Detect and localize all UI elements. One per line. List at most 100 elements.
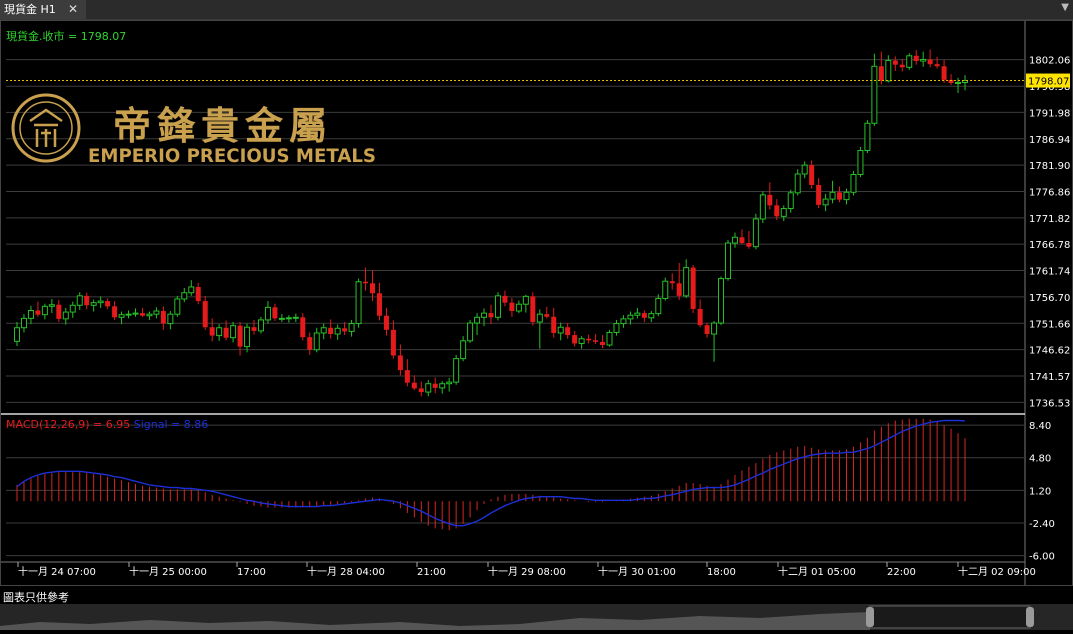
candle <box>313 327 320 353</box>
candle <box>278 314 285 323</box>
candle <box>927 49 933 68</box>
y-tick-label: 1771.82 <box>1029 214 1070 225</box>
candle <box>774 199 780 221</box>
candle <box>634 307 641 319</box>
candles <box>6 49 1025 397</box>
candle <box>411 375 417 390</box>
candle <box>432 377 438 394</box>
candle <box>913 50 919 65</box>
tab-chart[interactable]: 現貨金 H1 ✕ <box>0 0 86 19</box>
candle <box>613 319 620 336</box>
y-tick-label: 1802.06 <box>1029 56 1070 67</box>
candle <box>425 380 432 397</box>
close-icon[interactable]: ✕ <box>68 0 78 19</box>
macd-tick-label: -6.00 <box>1029 552 1055 563</box>
y-tick-label: 1746.62 <box>1029 346 1070 357</box>
navigator-left-handle[interactable] <box>866 607 874 627</box>
candle <box>648 311 655 323</box>
y-tick-label: 1786.94 <box>1029 135 1070 146</box>
x-tick-label: 十一月 25 00:00 <box>129 565 207 578</box>
candle <box>439 381 446 394</box>
candle <box>627 311 634 325</box>
candle <box>787 189 794 213</box>
candle <box>118 311 125 325</box>
candle <box>801 161 808 179</box>
candle <box>125 310 132 319</box>
navigator-right-handle[interactable] <box>1026 607 1034 627</box>
macd-tick-label: 1.20 <box>1029 486 1051 497</box>
candle <box>641 310 647 323</box>
x-tick-label: 十二月 01 05:00 <box>778 565 856 578</box>
candle <box>683 259 690 298</box>
candle <box>899 58 905 72</box>
candle <box>14 322 20 347</box>
candle <box>307 332 313 355</box>
navigator-svg <box>0 605 1034 630</box>
candle <box>237 322 243 356</box>
candle <box>202 295 208 330</box>
candle <box>752 213 759 250</box>
y-tick-label: 1736.53 <box>1029 398 1070 409</box>
candle <box>857 146 864 178</box>
candle <box>300 313 306 341</box>
candle <box>551 307 557 338</box>
x-tick-label: 十一月 30 01:00 <box>598 565 676 578</box>
candle <box>586 334 592 344</box>
candle <box>474 313 481 336</box>
candle <box>355 278 362 328</box>
candle <box>718 276 725 326</box>
candle <box>704 322 710 338</box>
x-tick-label: 十一月 29 08:00 <box>488 565 566 578</box>
y-tick-label: 1766.78 <box>1029 240 1070 251</box>
candle <box>20 314 27 333</box>
candle <box>376 282 382 321</box>
candle <box>606 329 613 347</box>
chevron-down-icon[interactable]: ▼ <box>1061 2 1069 13</box>
candle <box>906 53 913 70</box>
macd-tick-label: -2.40 <box>1029 519 1055 530</box>
candle <box>56 300 62 323</box>
navigator-bar[interactable] <box>0 604 1073 630</box>
candle <box>383 307 389 336</box>
candle <box>620 315 627 328</box>
candle <box>767 182 773 210</box>
candle <box>515 300 522 314</box>
candle <box>502 290 508 307</box>
candle <box>864 120 871 154</box>
candle <box>739 229 745 245</box>
macd-label: MACD(12,26,9) = 6.95 Signal = 8.86 <box>6 418 208 431</box>
candle <box>453 354 460 385</box>
candle <box>941 59 947 84</box>
candle <box>167 311 174 330</box>
tab-bar: 現貨金 H1 ✕ ▼ <box>0 0 1073 20</box>
signal-line <box>16 419 966 527</box>
candle <box>522 294 529 313</box>
candle <box>363 267 369 291</box>
candle <box>160 306 166 330</box>
candle <box>195 282 201 305</box>
candle <box>536 309 543 349</box>
candle <box>578 336 585 349</box>
candle <box>334 324 341 340</box>
candle <box>948 74 954 86</box>
candle <box>655 294 662 317</box>
candle <box>690 264 696 314</box>
candle <box>837 186 843 203</box>
candle <box>132 308 139 317</box>
candle <box>460 336 467 362</box>
candle <box>962 75 968 91</box>
y-tick-label: 1776.86 <box>1029 187 1070 198</box>
candle <box>139 307 145 317</box>
candle <box>27 305 34 325</box>
candle <box>822 193 829 212</box>
macd-tick-label: 4.80 <box>1029 454 1051 465</box>
y-tick-label: 1791.98 <box>1029 108 1070 119</box>
x-tick-label: 21:00 <box>417 567 446 578</box>
candle <box>153 307 160 319</box>
candle <box>878 51 884 85</box>
candle <box>76 292 83 310</box>
chart-area[interactable]: 帝鋒貴金屬 EMPERIO PRECIOUS METALS 1802.06 179… <box>0 20 1073 586</box>
tab-label: 現貨金 H1 <box>4 3 56 16</box>
candle <box>871 53 878 126</box>
x-tick-label: 17:00 <box>237 567 266 578</box>
